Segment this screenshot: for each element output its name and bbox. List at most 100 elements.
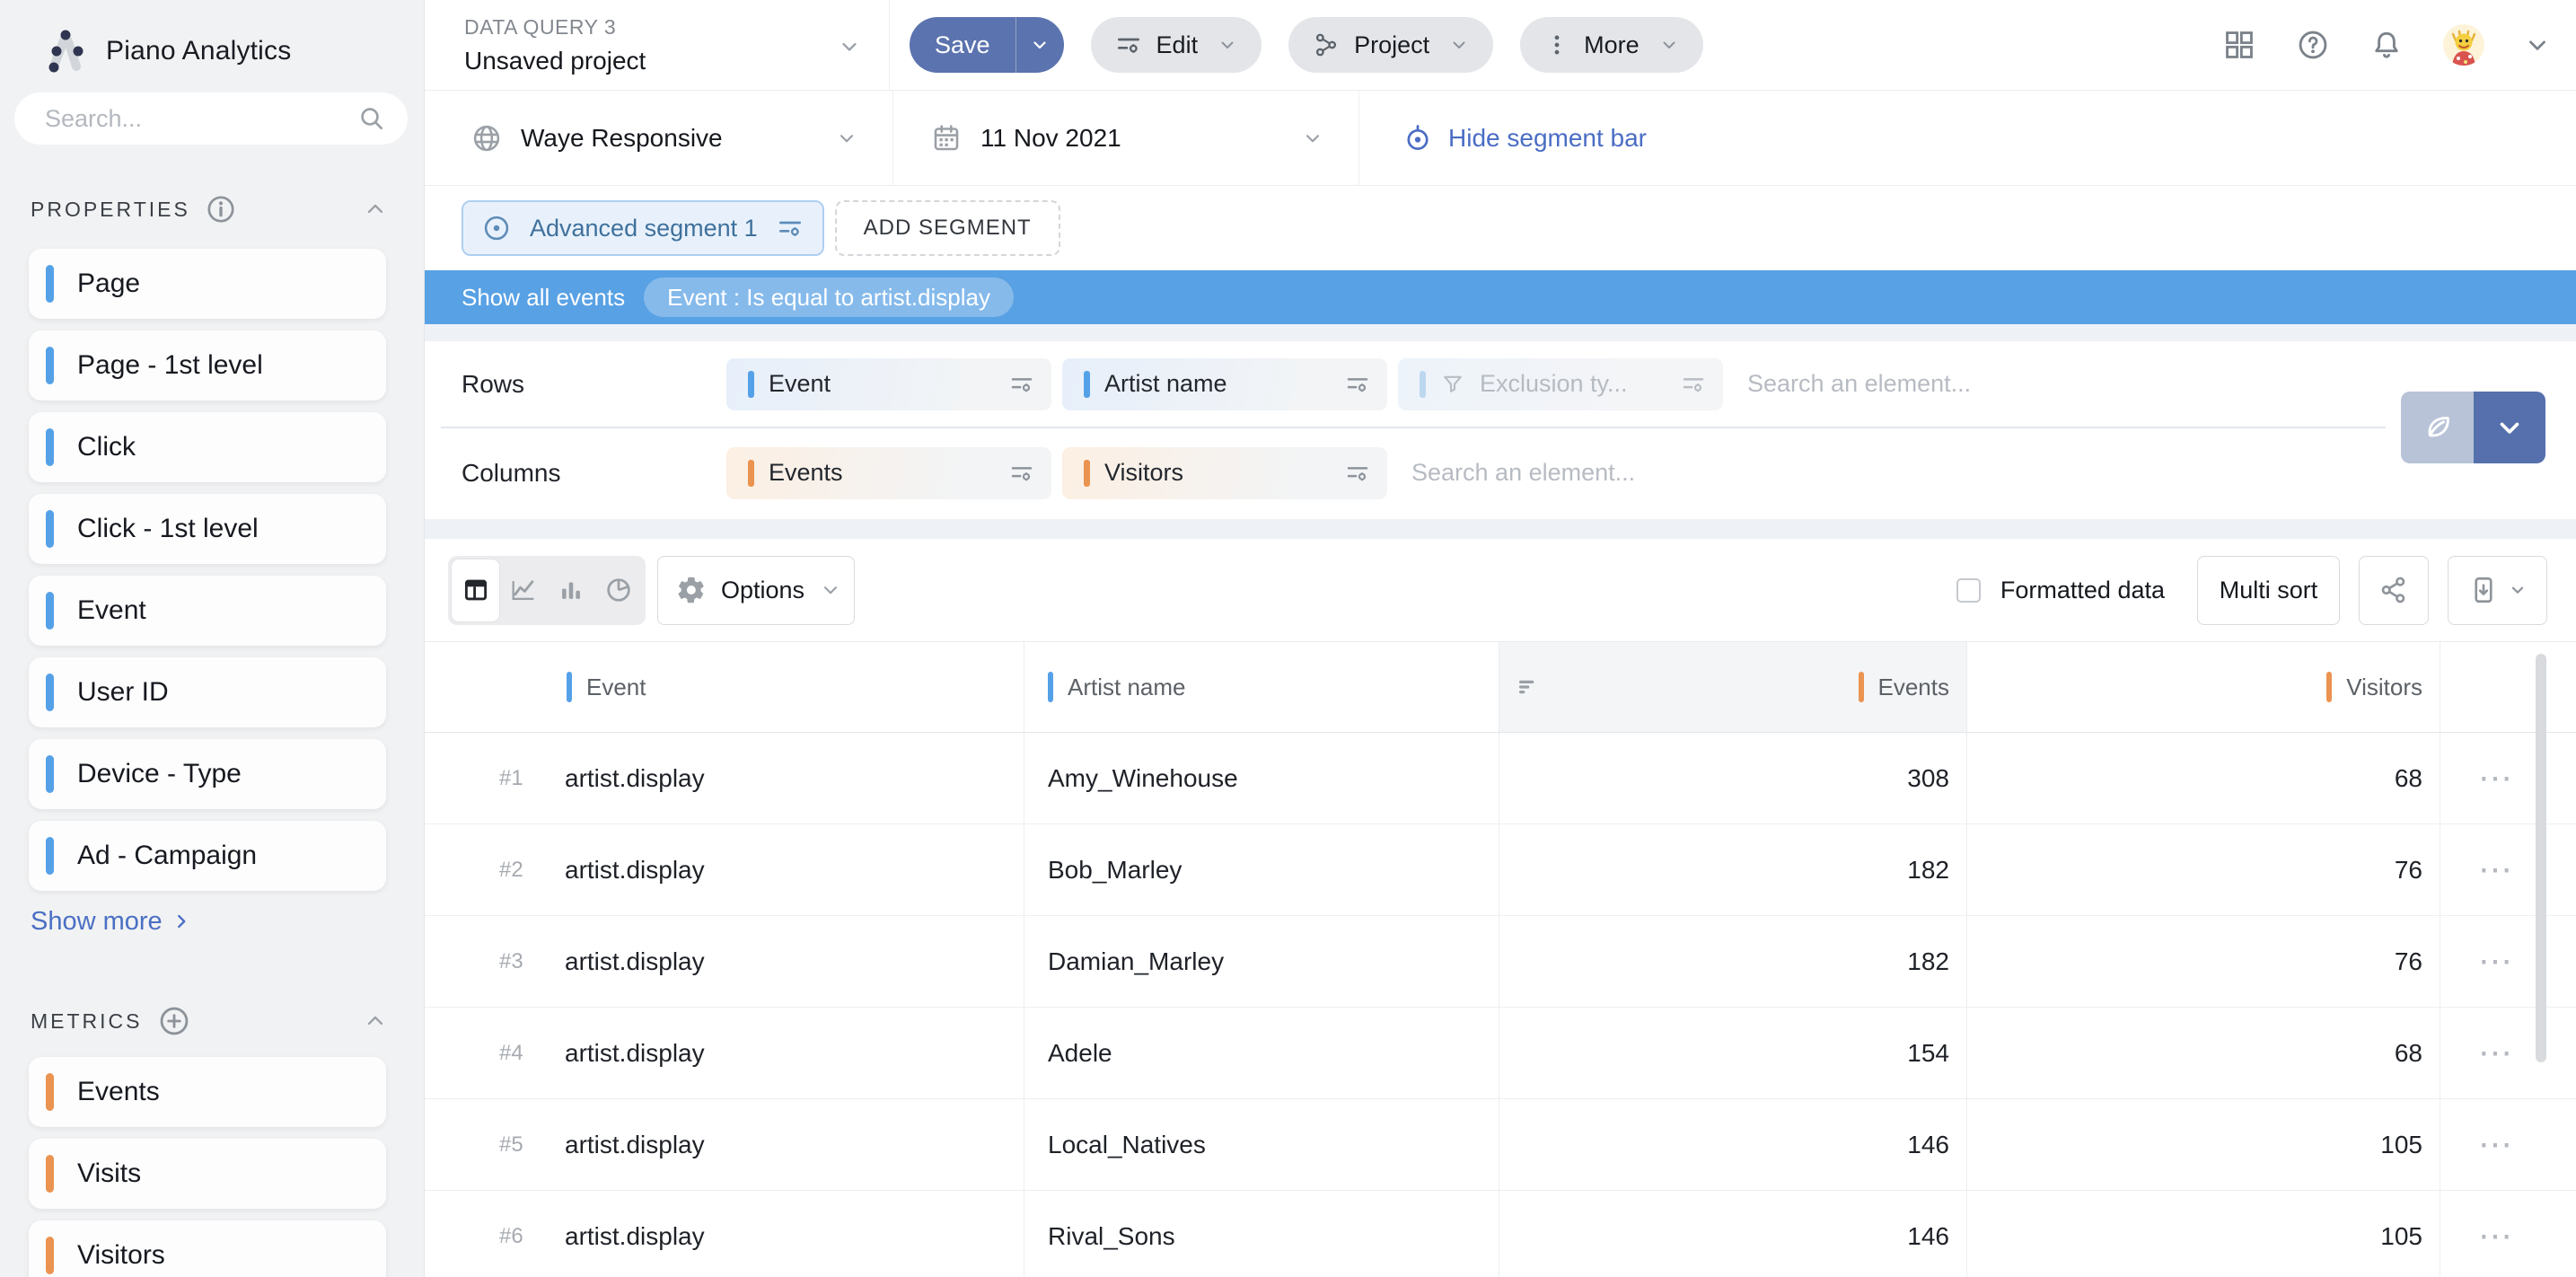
row-rank: #1 [499,766,565,791]
cell-events: 146 [1499,1099,1966,1190]
column-chip-events[interactable]: Events [726,447,1051,499]
date-value: 11 Nov 2021 [980,124,1121,153]
chip-settings-icon[interactable] [1008,371,1035,398]
property-item-user-id[interactable]: User ID [29,657,386,727]
column-header-actions [2440,642,2576,732]
more-button[interactable]: More [1520,17,1703,73]
rows-search-input[interactable] [1747,370,2133,398]
property-item-click-1st-level[interactable]: Click - 1st level [29,494,386,564]
metrics-collapse-icon[interactable] [363,1008,388,1034]
chip-label: Event [769,370,994,398]
notifications-bell-icon[interactable] [2369,28,2404,62]
edit-button[interactable]: Edit [1091,17,1262,73]
column-header-artist-name[interactable]: Artist name [1024,642,1499,732]
project-button[interactable]: Project [1288,17,1493,73]
query-title-block[interactable]: DATA QUERY 3 Unsaved project [425,0,890,90]
columns-search-input[interactable] [1411,459,1798,487]
row-menu-button[interactable]: ⋯ [2440,916,2576,1007]
chevron-down-icon [1658,34,1680,56]
columns-label: Columns [462,459,726,488]
table-row[interactable]: #2artist.display Bob_Marley 182 76 ⋯ [425,824,2576,916]
avatar[interactable] [2443,24,2484,66]
piano-logo-icon [45,27,86,75]
account-chevron-icon[interactable] [2524,31,2551,58]
chip-settings-icon[interactable] [1680,371,1707,398]
save-dropdown-button[interactable] [1015,17,1064,73]
bar-chart-view-button[interactable] [547,559,594,621]
chip-settings-icon[interactable] [1008,460,1035,487]
segment-settings-icon[interactable] [776,214,804,242]
property-item-page-1st-level[interactable]: Page - 1st level [29,330,386,401]
row-menu-button[interactable]: ⋯ [2440,733,2576,823]
viz-toolbar: Options Formatted data Multi sort [425,539,2576,642]
column-chip-visitors[interactable]: Visitors [1062,447,1387,499]
export-button[interactable] [2448,556,2547,625]
table-row[interactable]: #6artist.display Rival_Sons 146 105 ⋯ [425,1191,2576,1277]
row-menu-button[interactable]: ⋯ [2440,1191,2576,1277]
show-more-link[interactable]: Show more [31,903,424,939]
calendar-icon [930,122,963,154]
property-color-bar [46,592,54,630]
row-chip-event[interactable]: Event [726,358,1051,410]
chip-label: Artist name [1104,370,1330,398]
metric-item-visitors[interactable]: Visitors [29,1220,386,1277]
table-view-button[interactable] [452,559,499,621]
property-color-bar [46,837,54,875]
advanced-segment-chip[interactable]: Advanced segment 1 [462,200,824,256]
cell-visitors: 76 [1966,916,2440,1007]
chip-color-bar [1084,371,1090,398]
search-icon[interactable] [357,104,386,133]
column-color-bar [1048,672,1053,702]
row-menu-button[interactable]: ⋯ [2440,1099,2576,1190]
apps-grid-icon[interactable] [2222,28,2256,62]
eco-mode-button[interactable] [2401,392,2474,463]
table-row[interactable]: #3artist.display Damian_Marley 182 76 ⋯ [425,916,2576,1008]
properties-collapse-icon[interactable] [363,197,388,222]
chip-color-bar [748,460,754,487]
metric-item-events[interactable]: Events [29,1057,386,1127]
save-button[interactable]: Save [910,17,1015,73]
property-item-click[interactable]: Click [29,412,386,482]
row-chip-exclusion[interactable]: Exclusion ty... [1398,358,1723,410]
property-item-page[interactable]: Page [29,249,386,319]
property-item-event[interactable]: Event [29,576,386,646]
date-selector[interactable]: 11 Nov 2021 [893,91,1359,185]
gear-icon [676,575,707,605]
table-row[interactable]: #1artist.display Amy_Winehouse 308 68 ⋯ [425,733,2576,824]
metric-label: Visitors [77,1240,165,1271]
info-icon[interactable] [205,193,237,225]
pie-chart-view-button[interactable] [594,559,642,621]
line-chart-view-button[interactable] [499,559,547,621]
chip-settings-icon[interactable] [1344,371,1371,398]
metric-item-visits[interactable]: Visits [29,1139,386,1209]
row-menu-button[interactable]: ⋯ [2440,1008,2576,1098]
help-icon[interactable] [2296,28,2330,62]
column-header-event[interactable]: Event [425,642,1024,732]
formatted-data-checkbox[interactable] [1956,578,1981,603]
column-header-events[interactable]: Events [1499,642,1966,732]
cell-artist: Bob_Marley [1024,824,1499,915]
row-menu-button[interactable]: ⋯ [2440,824,2576,915]
multi-sort-button[interactable]: Multi sort [2197,556,2340,625]
table-row[interactable]: #4artist.display Adele 154 68 ⋯ [425,1008,2576,1099]
run-dropdown-button[interactable] [2474,392,2545,463]
hide-segment-bar-toggle[interactable]: Hide segment bar [1359,91,2576,185]
column-header-visitors[interactable]: Visitors [1966,642,2440,732]
options-button[interactable]: Options [657,556,855,625]
add-segment-button[interactable]: ADD SEGMENT [835,200,1060,256]
chip-label: Exclusion ty... [1480,370,1666,398]
chip-label: Events [769,459,994,487]
site-selector[interactable]: Waye Responsive [425,91,893,185]
row-chip-artist-name[interactable]: Artist name [1062,358,1387,410]
chip-settings-icon[interactable] [1344,460,1371,487]
property-item-ad-campaign[interactable]: Ad - Campaign [29,821,386,891]
chip-label: Visitors [1104,459,1330,487]
chevron-down-icon[interactable] [837,34,862,59]
vertical-scrollbar[interactable] [2536,654,2546,1062]
table-row[interactable]: #5artist.display Local_Natives 146 105 ⋯ [425,1099,2576,1191]
share-button[interactable] [2359,556,2429,625]
filter-condition-pill[interactable]: Event : Is equal to artist.display [644,277,1014,317]
property-item-device-type[interactable]: Device - Type [29,739,386,809]
search-input[interactable] [14,92,408,145]
plus-circle-icon[interactable] [157,1004,191,1038]
